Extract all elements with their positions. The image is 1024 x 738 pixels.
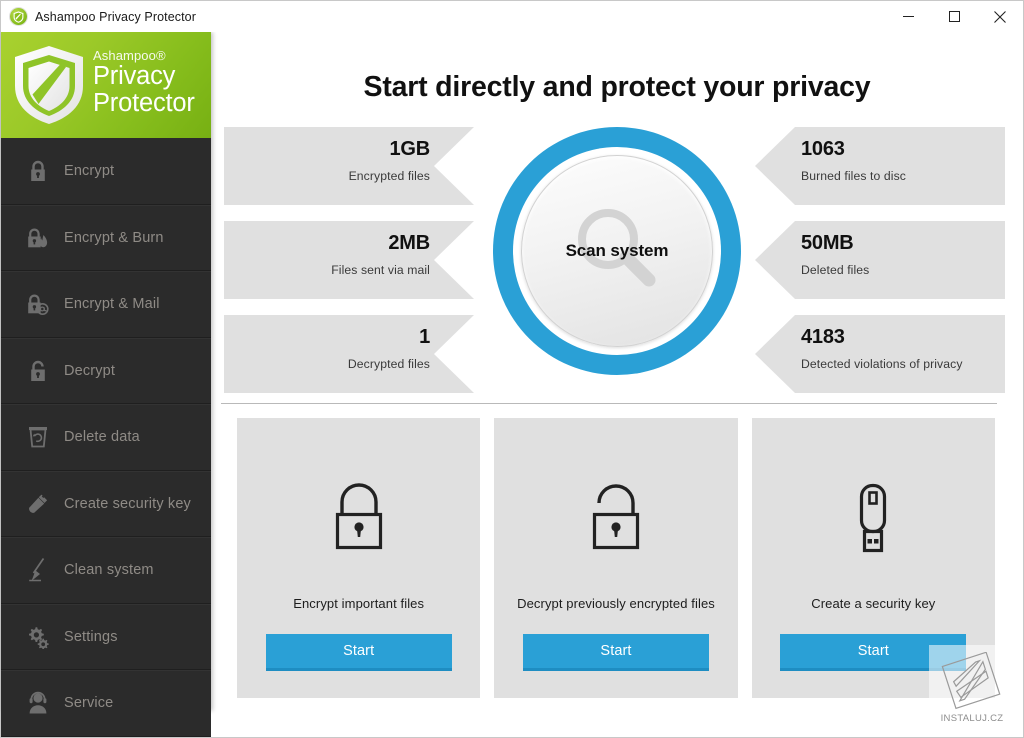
window-title: Ashampoo Privacy Protector bbox=[35, 9, 196, 24]
stat-card-deleted-files: 50MB Deleted files bbox=[755, 221, 1005, 299]
sidebar-item-label: Decrypt bbox=[64, 362, 116, 379]
shield-icon bbox=[15, 46, 83, 124]
sidebar-nav: Encrypt Encrypt & Burn Encrypt & Mail De… bbox=[1, 138, 211, 737]
sidebar-item-label: Service bbox=[64, 695, 114, 712]
lock-open-icon bbox=[25, 357, 51, 385]
sidebar-item-encrypt[interactable]: Encrypt bbox=[1, 138, 211, 205]
action-card-security-key: Create a security key Start bbox=[751, 418, 995, 698]
sidebar-item-label: Clean system bbox=[64, 562, 154, 579]
shield-icon bbox=[10, 8, 27, 25]
stats-dashboard: 1GB Encrypted files 2MB Files sent via m… bbox=[211, 127, 1023, 393]
headset-person-icon bbox=[25, 689, 51, 717]
stat-value: 2MB bbox=[388, 232, 430, 254]
close-icon[interactable] bbox=[977, 1, 1023, 32]
brand-line-1: Privacy bbox=[93, 61, 176, 90]
sidebar-item-encrypt-burn[interactable]: Encrypt & Burn bbox=[1, 204, 211, 271]
window-controls bbox=[885, 1, 1023, 32]
lock-closed-icon bbox=[25, 157, 51, 185]
stat-value: 1 bbox=[419, 326, 430, 348]
stat-card-decrypted-files: 1 Decrypted files bbox=[224, 315, 474, 393]
stat-label: Encrypted files bbox=[348, 169, 430, 183]
stat-value: 4183 bbox=[801, 326, 845, 348]
sidebar-item-delete-data[interactable]: Delete data bbox=[1, 404, 211, 471]
scan-inner-disc: Scan system bbox=[521, 155, 713, 347]
sidebar-item-service[interactable]: Service bbox=[1, 670, 211, 737]
sidebar-item-label: Create security key bbox=[64, 495, 191, 512]
stat-label: Deleted files bbox=[801, 263, 870, 277]
sidebar-item-label: Encrypt & Mail bbox=[64, 296, 160, 313]
window-body: Ashampoo® Privacy Protector Encrypt Encr… bbox=[1, 32, 1023, 737]
scan-system-button[interactable]: Scan system bbox=[493, 127, 741, 375]
brand-text: Ashampoo® Privacy Protector bbox=[93, 49, 195, 122]
sidebar-item-settings[interactable]: Settings bbox=[1, 603, 211, 670]
stat-label: Decrypted files bbox=[347, 357, 430, 371]
sidebar-item-label: Delete data bbox=[64, 429, 140, 446]
trash-icon bbox=[25, 423, 51, 451]
sidebar-item-label: Settings bbox=[64, 628, 118, 645]
lock-mail-icon bbox=[25, 290, 51, 318]
action-card-label: Encrypt important files bbox=[293, 596, 425, 611]
application-window: Ashampoo Privacy Protector Ashampoo® Pri… bbox=[0, 0, 1024, 738]
stats-left-column: 1GB Encrypted files 2MB Files sent via m… bbox=[224, 127, 474, 393]
stat-label: Files sent via mail bbox=[331, 263, 430, 277]
stats-right-column: 1063 Burned files to disc 50MB Deleted f… bbox=[755, 127, 1005, 393]
usb-key-icon bbox=[25, 490, 51, 518]
start-button-decrypt[interactable]: Start bbox=[522, 634, 709, 671]
stat-card-burned-files-to-disc: 1063 Burned files to disc bbox=[755, 127, 1005, 205]
sidebar-item-label: Encrypt bbox=[64, 162, 115, 179]
gears-icon bbox=[25, 623, 51, 651]
stat-value: 50MB bbox=[801, 232, 854, 254]
title-bar: Ashampoo Privacy Protector bbox=[1, 1, 1023, 32]
start-button-encrypt[interactable]: Start bbox=[265, 634, 452, 671]
broom-icon bbox=[25, 556, 51, 584]
action-card-label: Decrypt previously encrypted files bbox=[517, 596, 715, 611]
stat-value: 1GB bbox=[389, 138, 430, 160]
action-card-encrypt: Encrypt important files Start bbox=[237, 418, 481, 698]
sidebar-item-encrypt-mail[interactable]: Encrypt & Mail bbox=[1, 271, 211, 338]
sidebar-item-clean-system[interactable]: Clean system bbox=[1, 537, 211, 604]
action-card-label: Create a security key bbox=[811, 596, 936, 611]
brand-line-2: Protector bbox=[93, 89, 195, 117]
brand-logo: Ashampoo® Privacy Protector bbox=[1, 32, 211, 138]
stat-card-detected-violations: 4183 Detected violations of privacy bbox=[755, 315, 1005, 393]
watermark-text: INSTALUJ.CZ bbox=[940, 713, 1004, 724]
action-cards: Encrypt important files Start Decrypt pr… bbox=[211, 394, 1023, 698]
stat-card-files-sent-via-mail: 2MB Files sent via mail bbox=[224, 221, 474, 299]
stat-card-encrypted-files: 1GB Encrypted files bbox=[224, 127, 474, 205]
title-bar-left: Ashampoo Privacy Protector bbox=[1, 8, 196, 25]
sidebar-item-create-security-key[interactable]: Create security key bbox=[1, 470, 211, 537]
start-button-security-key[interactable]: Start bbox=[780, 634, 967, 671]
sidebar-item-label: Encrypt & Burn bbox=[64, 229, 164, 246]
lock-open-icon bbox=[582, 478, 650, 564]
brand-superscript: Ashampoo® bbox=[93, 47, 166, 63]
lock-flame-icon bbox=[25, 224, 51, 252]
sidebar: Ashampoo® Privacy Protector Encrypt Encr… bbox=[1, 32, 211, 737]
minimize-icon[interactable] bbox=[885, 1, 931, 32]
scan-label: Scan system bbox=[565, 241, 669, 260]
page-title: Start directly and protect your privacy bbox=[363, 71, 871, 103]
maximize-icon[interactable] bbox=[931, 1, 977, 32]
action-card-decrypt: Decrypt previously encrypted files Start bbox=[494, 418, 738, 698]
main-content: Start directly and protect your privacy … bbox=[211, 32, 1023, 737]
stat-value: 1063 bbox=[801, 138, 845, 160]
stat-label: Detected violations of privacy bbox=[801, 357, 963, 371]
scan-ring-gap: Scan system bbox=[513, 147, 721, 355]
usb-key-icon bbox=[839, 478, 907, 564]
stat-label: Burned files to disc bbox=[801, 169, 906, 183]
sidebar-item-decrypt[interactable]: Decrypt bbox=[1, 337, 211, 404]
lock-closed-icon bbox=[325, 478, 393, 564]
